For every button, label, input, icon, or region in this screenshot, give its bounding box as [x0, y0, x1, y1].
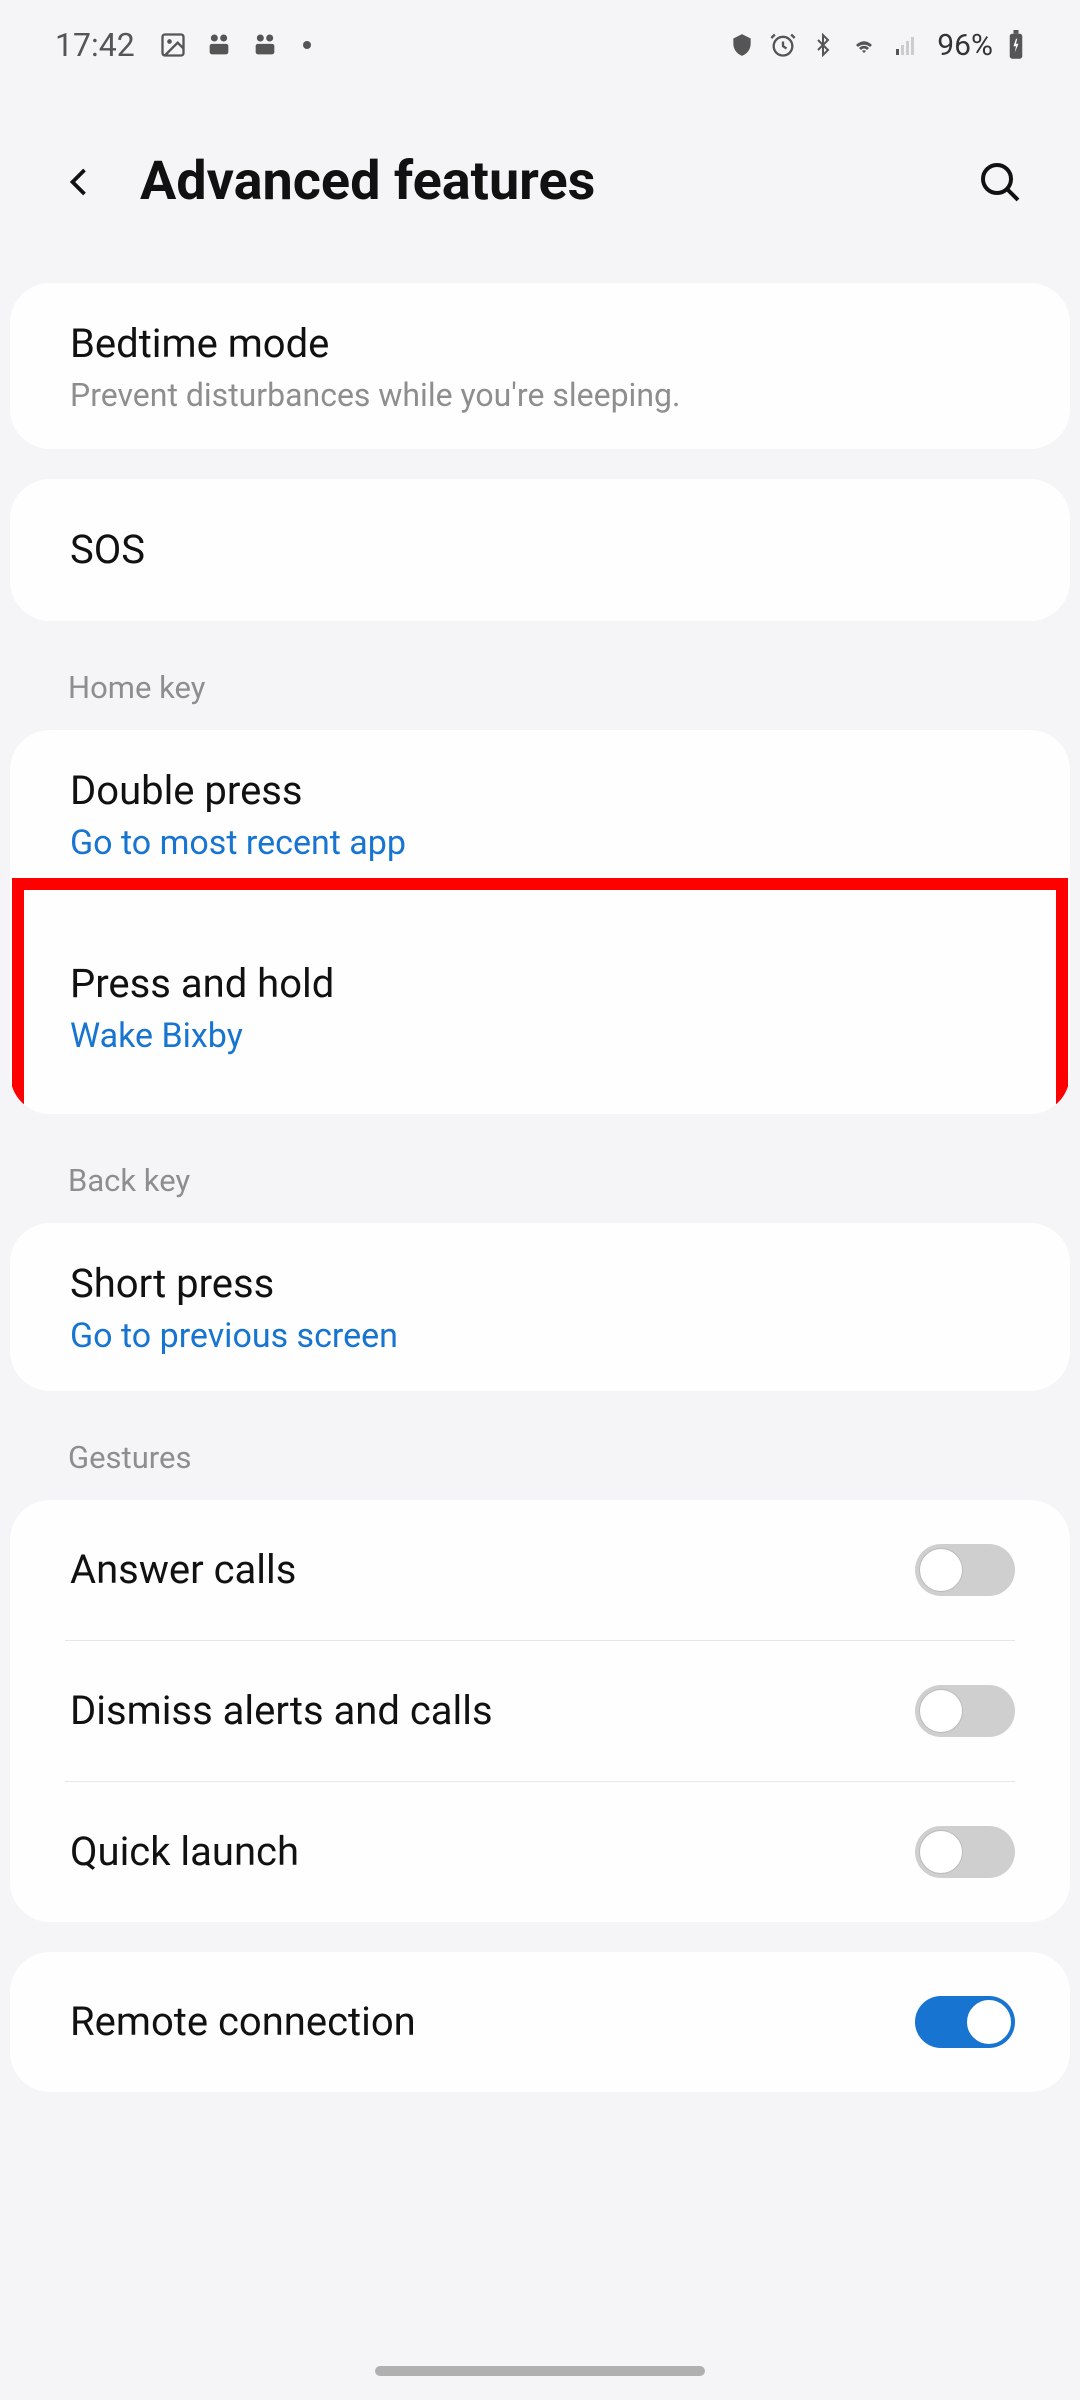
answer-calls-switch[interactable] — [915, 1544, 1015, 1596]
notification-dot-icon — [303, 41, 311, 49]
answer-calls-row[interactable]: Answer calls — [10, 1500, 1070, 1640]
sos-row[interactable]: SOS — [10, 479, 1070, 621]
sos-card: SOS — [10, 479, 1070, 621]
double-press-title: Double press — [70, 765, 1015, 817]
gestures-card: Answer calls Dismiss alerts and calls Qu… — [10, 1500, 1070, 1922]
bluetooth-icon — [811, 31, 835, 59]
dismiss-alerts-title: Dismiss alerts and calls — [70, 1685, 915, 1737]
short-press-title: Short press — [70, 1258, 1015, 1310]
back-button[interactable] — [50, 152, 110, 212]
search-button[interactable] — [970, 152, 1030, 212]
signal-icon — [893, 33, 919, 57]
bedtime-card: Bedtime mode Prevent disturbances while … — [10, 283, 1070, 449]
home-indicator[interactable] — [375, 2366, 705, 2376]
bedtime-title: Bedtime mode — [70, 318, 1015, 370]
remote-connection-switch[interactable] — [915, 1996, 1015, 2048]
home-key-section-label: Home key — [0, 645, 1080, 730]
bedtime-subtitle: Prevent disturbances while you're sleepi… — [70, 376, 1015, 414]
remote-connection-title: Remote connection — [70, 1996, 915, 2048]
quick-launch-switch[interactable] — [915, 1826, 1015, 1878]
battery-percent-text: 96% — [937, 28, 993, 63]
dismiss-alerts-switch[interactable] — [915, 1685, 1015, 1737]
alarm-icon — [769, 31, 797, 59]
remote-connection-card: Remote connection — [10, 1952, 1070, 2092]
dismiss-alerts-row[interactable]: Dismiss alerts and calls — [10, 1641, 1070, 1781]
status-left: 17:42 — [55, 26, 311, 64]
press-and-hold-value: Wake Bixby — [70, 1016, 1015, 1056]
press-and-hold-row[interactable]: Press and hold Wake Bixby — [10, 898, 1070, 1114]
status-bar: 17:42 96% — [0, 0, 1080, 90]
image-icon — [159, 31, 187, 59]
search-icon — [976, 158, 1024, 206]
double-press-value: Go to most recent app — [70, 823, 1015, 863]
quick-launch-title: Quick launch — [70, 1826, 915, 1878]
bedtime-row[interactable]: Bedtime mode Prevent disturbances while … — [10, 283, 1070, 449]
wifi-icon — [849, 33, 879, 57]
gestures-section-label: Gestures — [0, 1415, 1080, 1500]
answer-calls-title: Answer calls — [70, 1544, 915, 1596]
chevron-left-icon — [62, 157, 98, 207]
page-title: Advanced features — [140, 150, 970, 213]
double-press-row[interactable]: Double press Go to most recent app — [10, 730, 1070, 898]
short-press-value: Go to previous screen — [70, 1316, 1015, 1356]
clock-text: 17:42 — [55, 26, 135, 64]
quick-launch-row[interactable]: Quick launch — [10, 1782, 1070, 1922]
back-key-card: Short press Go to previous screen — [10, 1223, 1070, 1391]
press-and-hold-title: Press and hold — [70, 958, 1015, 1010]
page-header: Advanced features — [0, 90, 1080, 283]
short-press-row[interactable]: Short press Go to previous screen — [10, 1223, 1070, 1391]
sos-title: SOS — [70, 524, 1015, 576]
back-key-section-label: Back key — [0, 1138, 1080, 1223]
remote-connection-row[interactable]: Remote connection — [10, 1952, 1070, 2092]
status-right: 96% — [729, 28, 1025, 63]
home-key-card: Double press Go to most recent app Press… — [10, 730, 1070, 1114]
battery-charging-icon — [1007, 30, 1025, 60]
teams-icon — [251, 31, 279, 59]
teams-icon — [205, 31, 233, 59]
data-saver-icon — [729, 32, 755, 58]
